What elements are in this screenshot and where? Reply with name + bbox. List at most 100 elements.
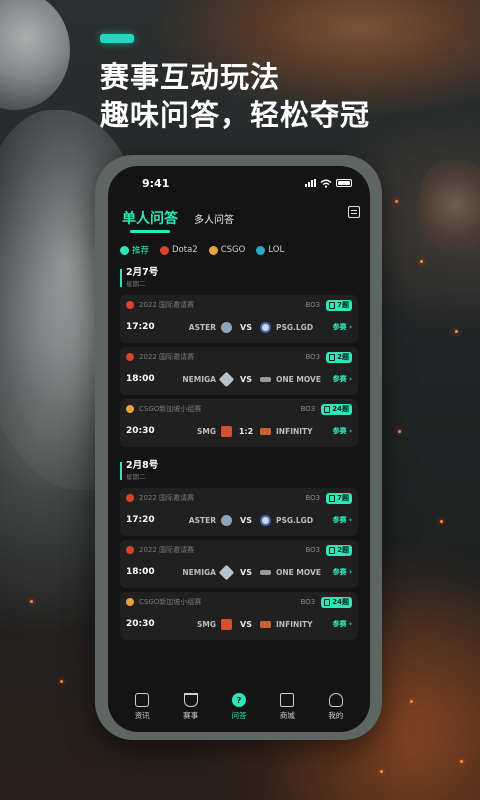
team-a-logo-icon <box>221 321 232 333</box>
question-count-badge: 7题 <box>326 299 352 311</box>
match-card[interactable]: 2022 国际邀请赛 BO3 7题 17:20 ASTER VS PSG.LGD… <box>120 488 358 536</box>
filter-label: LOL <box>268 245 285 255</box>
filter-lol[interactable]: LOL <box>256 245 284 255</box>
join-button[interactable]: 参赛 <box>333 426 352 436</box>
dota2-icon <box>126 353 134 361</box>
nav-label: 赛事 <box>183 711 199 720</box>
game-filter-bar: 推荐 Dota2 CSGO LOL <box>108 242 370 258</box>
tournament-name: 2022 国际邀请赛 <box>139 301 195 309</box>
dota2-icon <box>126 546 134 554</box>
status-icons <box>305 179 352 188</box>
edit-note-icon[interactable] <box>348 206 360 218</box>
tournament-name: CSGO新加坡小组赛 <box>139 405 202 413</box>
match-time: 17:20 <box>126 515 155 525</box>
team-b-name: ONE MOVE <box>276 374 321 384</box>
match-card-body: 18:00 NEMIGA VS ONE MOVE 参赛 <box>126 560 352 584</box>
join-button[interactable]: 参赛 <box>333 322 352 332</box>
match-card-body: 17:20 ASTER VS PSG.LGD 参赛 <box>126 508 352 532</box>
match-score: VS <box>240 619 252 629</box>
nav-item-news[interactable]: 资讯 <box>122 693 162 721</box>
ember-spark <box>60 680 63 683</box>
match-time: 18:00 <box>126 374 155 384</box>
join-button[interactable]: 参赛 <box>333 619 352 629</box>
headline-line-1: 赛事互动玩法 <box>100 60 281 94</box>
question-count: 2题 <box>337 546 349 554</box>
match-card-header: 2022 国际邀请赛 BO3 2题 <box>126 540 352 560</box>
match-format: BO3 <box>305 546 321 554</box>
question-count: 2题 <box>337 353 349 361</box>
match-card[interactable]: CSGO新加坡小组赛 BO3 24题 20:30 SMG 1:2 INFINIT… <box>120 399 358 447</box>
ember-spark <box>380 770 383 773</box>
tab-multi-quiz[interactable]: 多人问答 <box>194 211 234 228</box>
question-count-badge: 7题 <box>326 492 352 504</box>
match-score: VS <box>240 322 252 332</box>
team-b-name: ONE MOVE <box>276 567 321 577</box>
team-b-logo-icon <box>260 569 271 575</box>
date-header: 2月7号 星期二 <box>108 267 370 291</box>
ember-spark <box>440 520 443 523</box>
date-label: 2月7号 <box>126 267 159 278</box>
question-sheet-icon <box>329 301 336 309</box>
phone-screen: 9:41 单人问答 多人问答 推荐 Dota2 CSGO LOL 2月7号 星期… <box>108 166 370 732</box>
tab-single-quiz[interactable]: 单人问答 <box>122 208 178 233</box>
filter-label: 推荐 <box>132 246 150 256</box>
headline-line-2: 趣味问答，轻松夺冠 <box>100 98 371 132</box>
user-icon <box>328 693 343 707</box>
nav-item-shop[interactable]: 商城 <box>267 693 307 721</box>
match-score: VS <box>240 374 252 384</box>
team-b-name: INFINITY <box>276 619 313 629</box>
csgo-icon <box>208 245 218 255</box>
promo-headline: 赛事互动玩法 趣味问答，轻松夺冠 <box>100 58 370 134</box>
astronaut-helmet-art <box>0 0 70 110</box>
match-card-header: CSGO新加坡小组赛 BO3 24题 <box>126 592 352 612</box>
tournament-name: 2022 国际邀请赛 <box>139 353 195 361</box>
weekday-label: 星期二 <box>126 280 146 288</box>
match-card[interactable]: 2022 国际邀请赛 BO3 2题 18:00 NEMIGA VS ONE MO… <box>120 540 358 588</box>
nav-item-profile[interactable]: 我的 <box>316 693 356 721</box>
team-a-logo-icon <box>221 425 232 437</box>
question-count-badge: 24题 <box>321 596 352 608</box>
match-card-body: 20:30 SMG VS INFINITY 参赛 <box>126 612 352 636</box>
question-sheet-icon <box>324 598 331 606</box>
floating-rock-art <box>420 160 480 250</box>
question-mode-tabs: 单人问答 多人问答 <box>108 200 370 233</box>
ember-spark <box>398 430 401 433</box>
match-card-header: 2022 国际邀请赛 BO3 7题 <box>126 488 352 508</box>
tournament-name: 2022 国际邀请赛 <box>139 494 195 502</box>
headline-accent-bar <box>100 34 134 43</box>
team-a-name: NEMIGA <box>182 567 216 577</box>
match-card[interactable]: CSGO新加坡小组赛 BO3 24题 20:30 SMG VS INFINITY… <box>120 592 358 640</box>
question-sheet-icon <box>329 546 336 554</box>
match-score: VS <box>240 515 252 525</box>
nav-label: 资讯 <box>134 711 150 720</box>
question-count: 24题 <box>332 598 349 606</box>
join-button[interactable]: 参赛 <box>333 567 352 577</box>
join-button[interactable]: 参赛 <box>333 515 352 525</box>
nav-label: 商城 <box>279 711 295 720</box>
team-a-name: SMG <box>196 619 216 629</box>
match-format: BO3 <box>305 494 321 502</box>
match-card[interactable]: 2022 国际邀请赛 BO3 2题 18:00 NEMIGA VS ONE MO… <box>120 347 358 395</box>
battery-icon <box>336 179 352 187</box>
match-card[interactable]: 2022 国际邀请赛 BO3 7题 17:20 ASTER VS PSG.LGD… <box>120 295 358 343</box>
status-time: 9:41 <box>142 176 170 190</box>
news-icon <box>135 693 150 707</box>
match-time: 20:30 <box>126 426 155 436</box>
filter-label: CSGO <box>220 245 246 255</box>
nav-label: 我的 <box>328 711 344 720</box>
filter-recommended[interactable]: 推荐 <box>120 244 149 256</box>
flame-icon <box>120 245 129 255</box>
filter-csgo[interactable]: CSGO <box>208 245 246 255</box>
nav-item-quiz[interactable]: ? 问答 <box>219 693 259 721</box>
team-a-name: SMG <box>196 426 216 436</box>
match-card-header: 2022 国际邀请赛 BO3 2题 <box>126 347 352 367</box>
join-button[interactable]: 参赛 <box>333 374 352 384</box>
dota2-icon <box>126 301 134 309</box>
question-icon: ? <box>231 693 246 707</box>
team-a-name: ASTER <box>188 515 216 525</box>
filter-dota2[interactable]: Dota2 <box>160 245 198 255</box>
nav-item-events[interactable]: 赛事 <box>171 693 211 721</box>
shopping-bag-icon <box>280 693 295 707</box>
question-count-badge: 2题 <box>326 351 352 363</box>
question-sheet-icon <box>324 405 331 413</box>
